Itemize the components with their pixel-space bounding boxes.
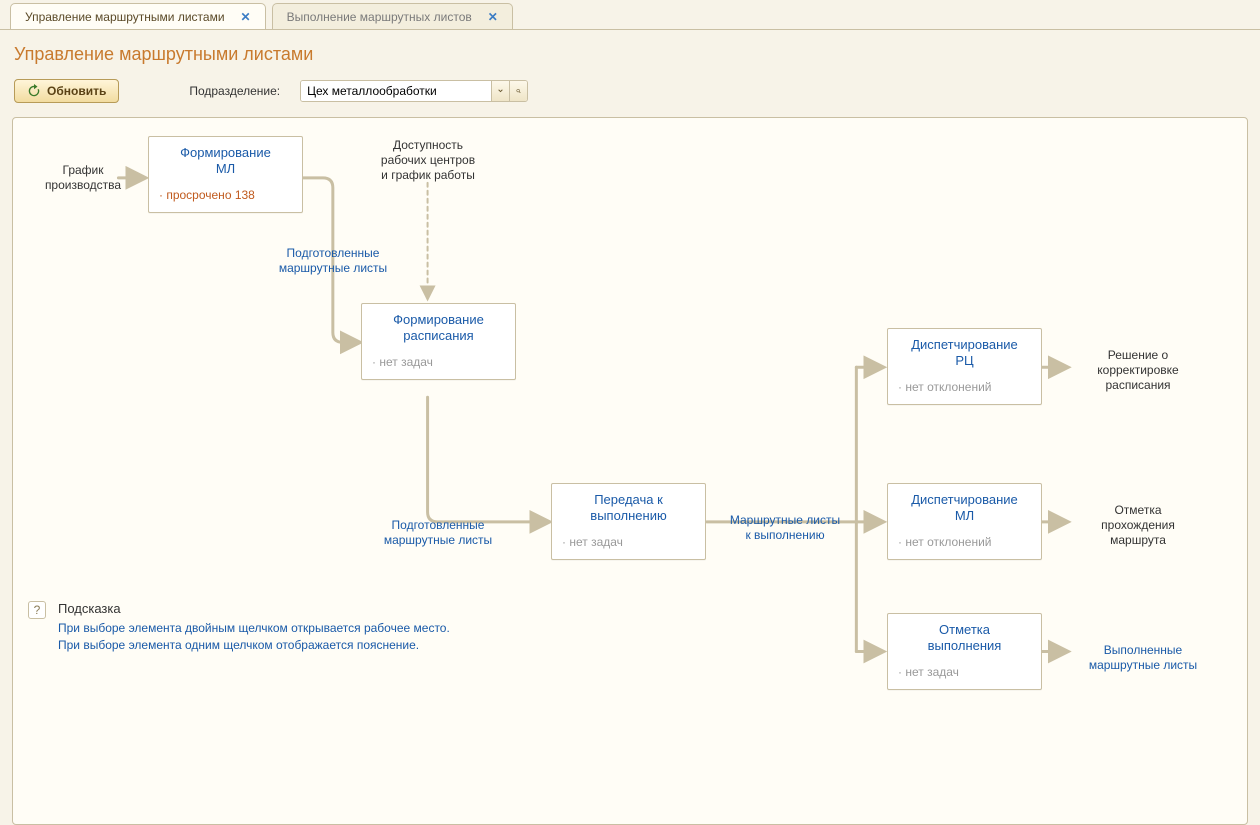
toolbar: Обновить Подразделение: — [14, 79, 1246, 103]
node-mark-done[interactable]: Отметкавыполнения · нет задач — [887, 613, 1042, 690]
label-ml-to-exec: Маршрутные листык выполнению — [715, 513, 855, 543]
node-title: Формированиерасписания — [372, 312, 505, 345]
page-header: Управление маршрутными листами Обновить … — [0, 30, 1260, 111]
node-title: ФормированиеМЛ — [159, 145, 292, 178]
search-icon — [516, 85, 521, 97]
label-mark-route: Отметкапрохождениямаршрута — [1078, 503, 1198, 548]
label-done-ml: Выполненныемаршрутные листы — [1073, 643, 1213, 673]
label-decision: Решение окорректировкерасписания — [1078, 348, 1198, 393]
department-label: Подразделение: — [189, 84, 280, 98]
node-status: · просрочено 138 — [159, 188, 292, 202]
node-status: · нет отклонений — [898, 535, 1031, 549]
dropdown-button[interactable] — [491, 81, 509, 101]
tab-label: Управление маршрутными листами — [25, 10, 225, 24]
department-select[interactable] — [300, 80, 528, 102]
tab-bar: Управление маршрутными листами ✕ Выполне… — [0, 0, 1260, 30]
hint-line-1: При выборе элемента двойным щелчком откр… — [58, 621, 450, 635]
label-prepared-ml-1: Подготовленныемаршрутные листы — [268, 246, 398, 276]
hint-icon[interactable]: ? — [28, 601, 46, 619]
tab-route-execution[interactable]: Выполнение маршрутных листов ✕ — [272, 3, 513, 29]
close-icon[interactable]: ✕ — [484, 10, 502, 24]
node-status: · нет задач — [372, 355, 505, 369]
label-prepared-ml-2: Подготовленныемаршрутные листы — [373, 518, 503, 548]
refresh-icon — [27, 84, 41, 98]
lookup-button[interactable] — [509, 81, 527, 101]
tab-label: Выполнение маршрутных листов — [287, 10, 472, 24]
node-title: Отметкавыполнения — [898, 622, 1031, 655]
hint-line-2: При выборе элемента одним щелчком отобра… — [58, 638, 419, 652]
node-form-schedule[interactable]: Формированиерасписания · нет задач — [361, 303, 516, 380]
node-title: Передача квыполнению — [562, 492, 695, 525]
node-status: · нет задач — [562, 535, 695, 549]
node-dispatch-ml[interactable]: ДиспетчированиеМЛ · нет отклонений — [887, 483, 1042, 560]
refresh-button[interactable]: Обновить — [14, 79, 119, 103]
page-title: Управление маршрутными листами — [14, 44, 1246, 65]
node-title: ДиспетчированиеМЛ — [898, 492, 1031, 525]
node-form-ml[interactable]: ФормированиеМЛ · просрочено 138 — [148, 136, 303, 213]
workflow-canvas: Графикпроизводства Доступностьрабочих це… — [12, 117, 1248, 825]
label-production-schedule: Графикпроизводства — [28, 163, 138, 193]
close-icon[interactable]: ✕ — [237, 10, 255, 24]
refresh-label: Обновить — [47, 84, 106, 98]
chevron-down-icon — [498, 87, 503, 95]
hint-title: Подсказка — [58, 601, 121, 616]
hint-body: При выборе элемента двойным щелчком откр… — [58, 620, 558, 655]
node-transfer[interactable]: Передача квыполнению · нет задач — [551, 483, 706, 560]
tab-route-management[interactable]: Управление маршрутными листами ✕ — [10, 3, 266, 29]
label-availability: Доступностьрабочих центрови график работ… — [368, 138, 488, 183]
department-input[interactable] — [301, 81, 491, 101]
node-title: ДиспетчированиеРЦ — [898, 337, 1031, 370]
node-status: · нет задач — [898, 665, 1031, 679]
node-status: · нет отклонений — [898, 380, 1031, 394]
node-dispatch-rc[interactable]: ДиспетчированиеРЦ · нет отклонений — [887, 328, 1042, 405]
